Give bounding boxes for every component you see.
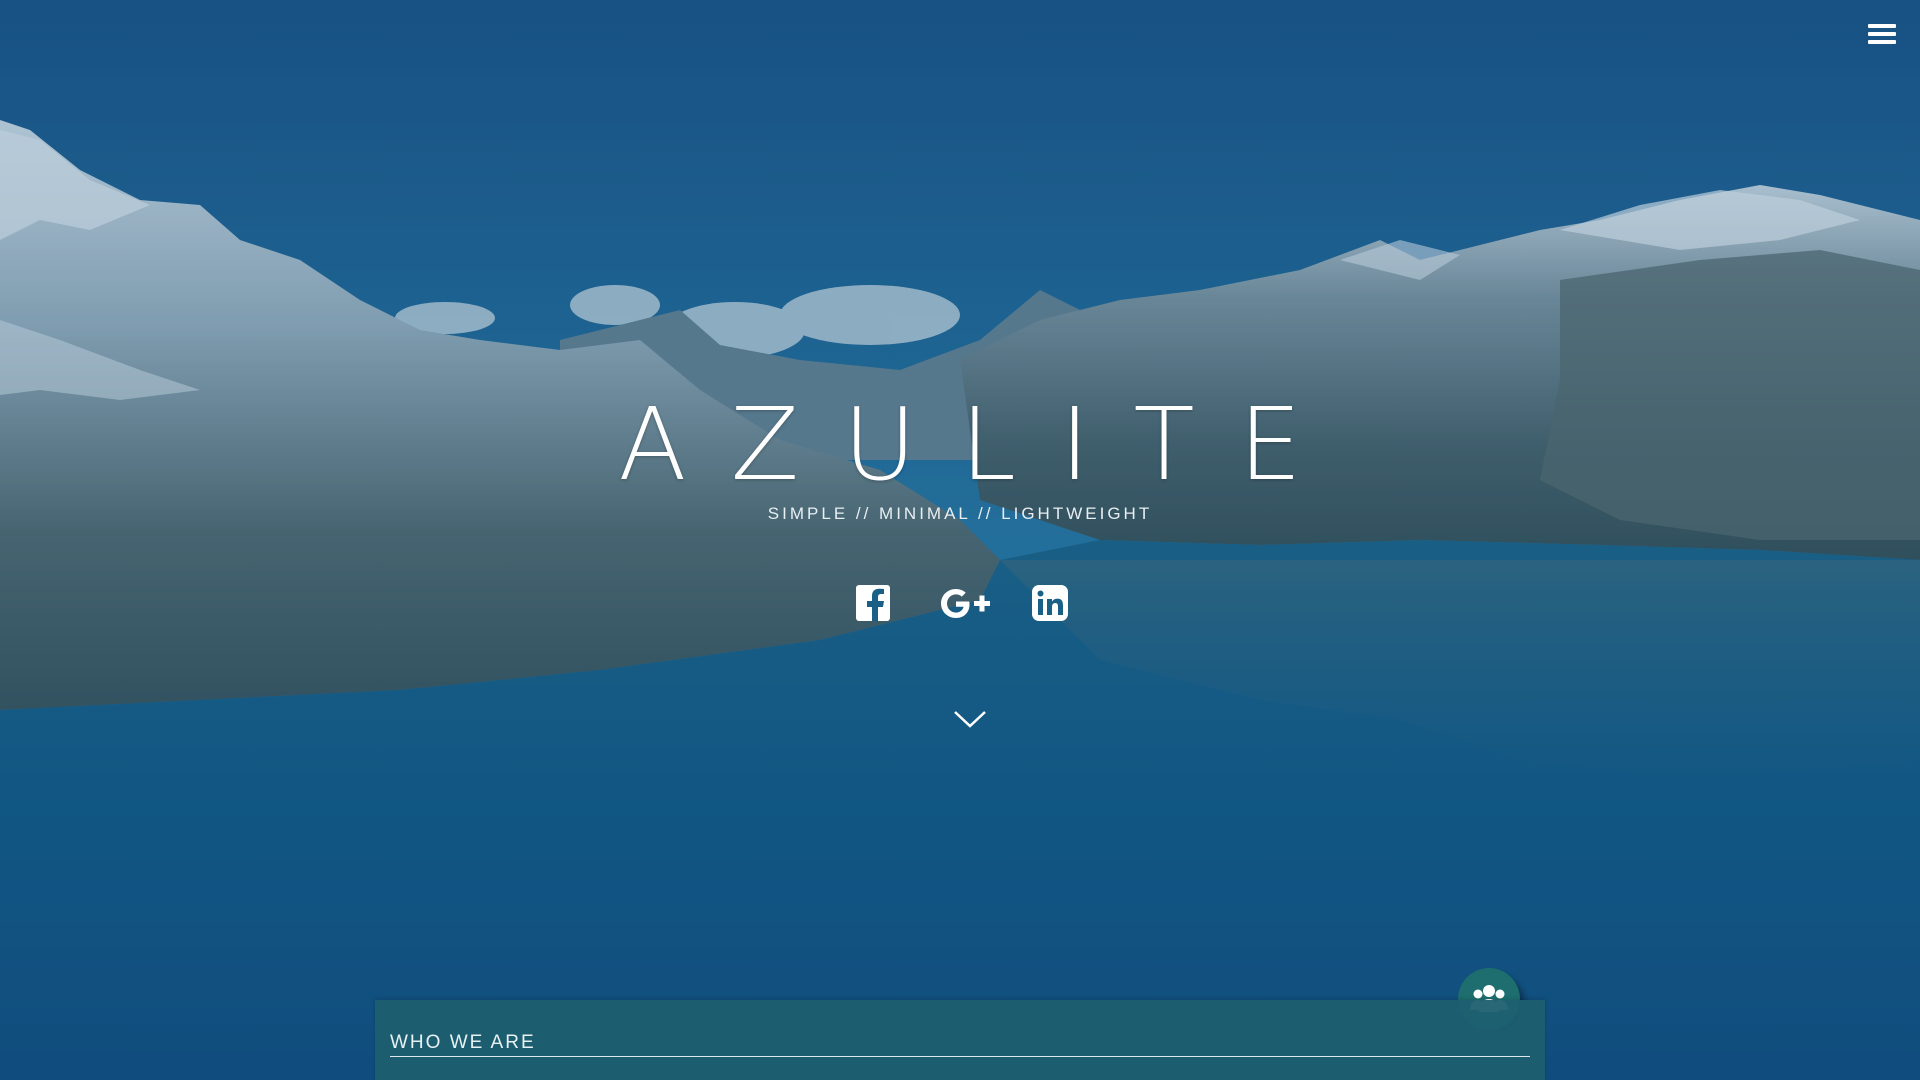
site-title: AZULITE [618,386,1346,503]
menu-bar [1868,32,1896,36]
site-tagline: SIMPLE // MINIMAL // LIGHTWEIGHT [767,504,1153,523]
menu-bar [1868,24,1896,28]
hamburger-menu-icon[interactable] [1868,22,1898,48]
section-heading: WHO WE ARE [390,1032,1530,1057]
facebook-icon[interactable] [848,582,900,624]
social-links [0,582,1920,624]
linkedin-icon[interactable] [1024,582,1076,624]
hero-section: AZULITE SIMPLE // MINIMAL // LIGHTWEIGHT [0,0,1920,1080]
hero-background-image [0,0,1920,1080]
menu-bar [1868,40,1896,44]
google-plus-icon[interactable] [936,582,990,624]
brand-block: AZULITE SIMPLE // MINIMAL // LIGHTWEIGHT [0,390,1920,524]
who-we-are-section: WHO WE ARE [375,1000,1545,1080]
chevron-down-icon[interactable] [950,706,990,732]
